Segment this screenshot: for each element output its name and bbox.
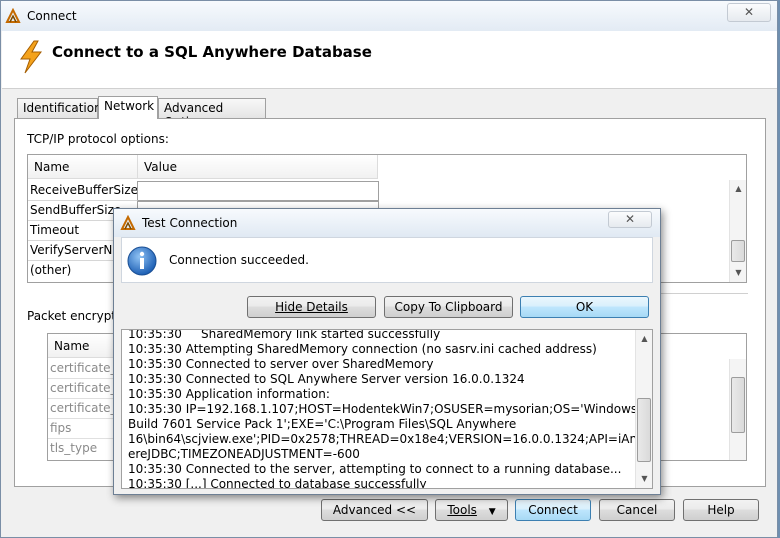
log-line: 10:35:30 [...] Connected to database suc…	[128, 477, 427, 489]
column-header-name[interactable]: Name	[28, 155, 138, 179]
sql-anywhere-app-icon	[5, 8, 21, 24]
dialog-title-bar: Test Connection ✕	[114, 209, 660, 237]
log-line: 16\bin64\scjview.exe';PID=0x2578;THREAD=…	[128, 432, 653, 446]
tab-identification[interactable]: Identification	[17, 98, 102, 118]
tcp-option-value[interactable]	[138, 181, 379, 201]
scroll-thumb[interactable]	[637, 398, 651, 462]
page-title: Connect to a SQL Anywhere Database	[52, 43, 372, 61]
hide-details-button[interactable]: Hide Details	[247, 296, 376, 318]
help-button[interactable]: Help	[683, 499, 759, 521]
title-bar: Connect ✕	[1, 1, 777, 31]
ok-button[interactable]: OK	[520, 296, 649, 318]
scroll-up-arrow-icon[interactable]: ▲	[636, 330, 652, 347]
copy-to-clipboard-button[interactable]: Copy To Clipboard	[384, 296, 513, 318]
dropdown-arrow-icon: ▼	[488, 507, 496, 517]
scroll-down-arrow-icon[interactable]: ▼	[636, 470, 652, 487]
log-line: 10:35:30 IP=192.168.1.107;HOST=HodentekW…	[128, 402, 649, 416]
button-label: Hide Details	[275, 300, 348, 314]
window-title: Connect	[27, 9, 77, 23]
button-label: Connect	[528, 503, 578, 517]
info-icon	[126, 245, 158, 280]
log-line: 10:35:30 SharedMemory link started succe…	[128, 329, 441, 341]
scroll-thumb[interactable]	[731, 240, 745, 262]
tcp-table-scrollbar[interactable]: ▲ ▼	[729, 180, 746, 282]
log-text: 10:35:30 SharedMemory link started succe…	[128, 329, 653, 489]
tab-advanced-options[interactable]: Advanced Options	[158, 98, 266, 129]
button-label: OK	[575, 300, 594, 314]
log-line: 10:35:30 Connected to server over Shared…	[128, 357, 434, 371]
dialog-message: Connection succeeded.	[169, 253, 309, 267]
log-line: 10:35:30 Application information:	[128, 387, 330, 401]
close-icon[interactable]: ✕	[727, 3, 771, 22]
tools-button[interactable]: Tools ▼	[435, 499, 508, 521]
sql-anywhere-app-icon	[120, 215, 136, 231]
tcp-option-row[interactable]: ReceiveBufferSize	[28, 181, 138, 201]
cancel-button[interactable]: Cancel	[599, 499, 675, 521]
scroll-thumb[interactable]	[731, 377, 745, 433]
button-label: Tools	[447, 503, 477, 517]
log-line: 10:35:30 Attempting SharedMemory connect…	[128, 342, 597, 356]
log-scrollbar[interactable]: ▲ ▼	[635, 330, 652, 488]
button-label: Advanced <<	[332, 503, 417, 517]
button-label: Copy To Clipboard	[394, 300, 503, 314]
log-line: 10:35:30 Connected to SQL Anywhere Serve…	[128, 372, 525, 386]
lightning-icon	[18, 40, 44, 77]
tab-label: Network	[104, 99, 155, 113]
scroll-down-arrow-icon[interactable]: ▼	[730, 264, 747, 281]
tab-label: Identification	[23, 101, 102, 115]
button-label: Help	[707, 503, 735, 517]
dialog-title: Test Connection	[142, 216, 238, 230]
packet-table-scrollbar[interactable]	[729, 359, 746, 460]
header-panel: Connect to a SQL Anywhere Database	[2, 31, 777, 89]
scroll-up-arrow-icon[interactable]: ▲	[730, 180, 747, 197]
connect-button[interactable]: Connect	[515, 499, 591, 521]
close-icon[interactable]: ✕	[608, 211, 652, 228]
column-header-value[interactable]: Value	[138, 155, 378, 179]
advanced-button[interactable]: Advanced <<	[321, 499, 428, 521]
log-line: ereJDBC;TIMEZONEADJUSTMENT=-600	[128, 447, 360, 461]
log-line: Build 7601 Service Pack 1';EXE='C:\Progr…	[128, 417, 517, 431]
message-panel: Connection succeeded.	[121, 237, 653, 283]
connection-log[interactable]: 10:35:30 SharedMemory link started succe…	[121, 329, 653, 489]
button-label: Cancel	[616, 503, 658, 517]
tab-network[interactable]: Network	[98, 96, 158, 119]
test-connection-dialog: Test Connection ✕ Connection succeeded. …	[113, 208, 661, 495]
tcp-options-label: TCP/IP protocol options:	[27, 132, 169, 146]
log-line: 10:35:30 Connected to the server, attemp…	[128, 462, 622, 476]
